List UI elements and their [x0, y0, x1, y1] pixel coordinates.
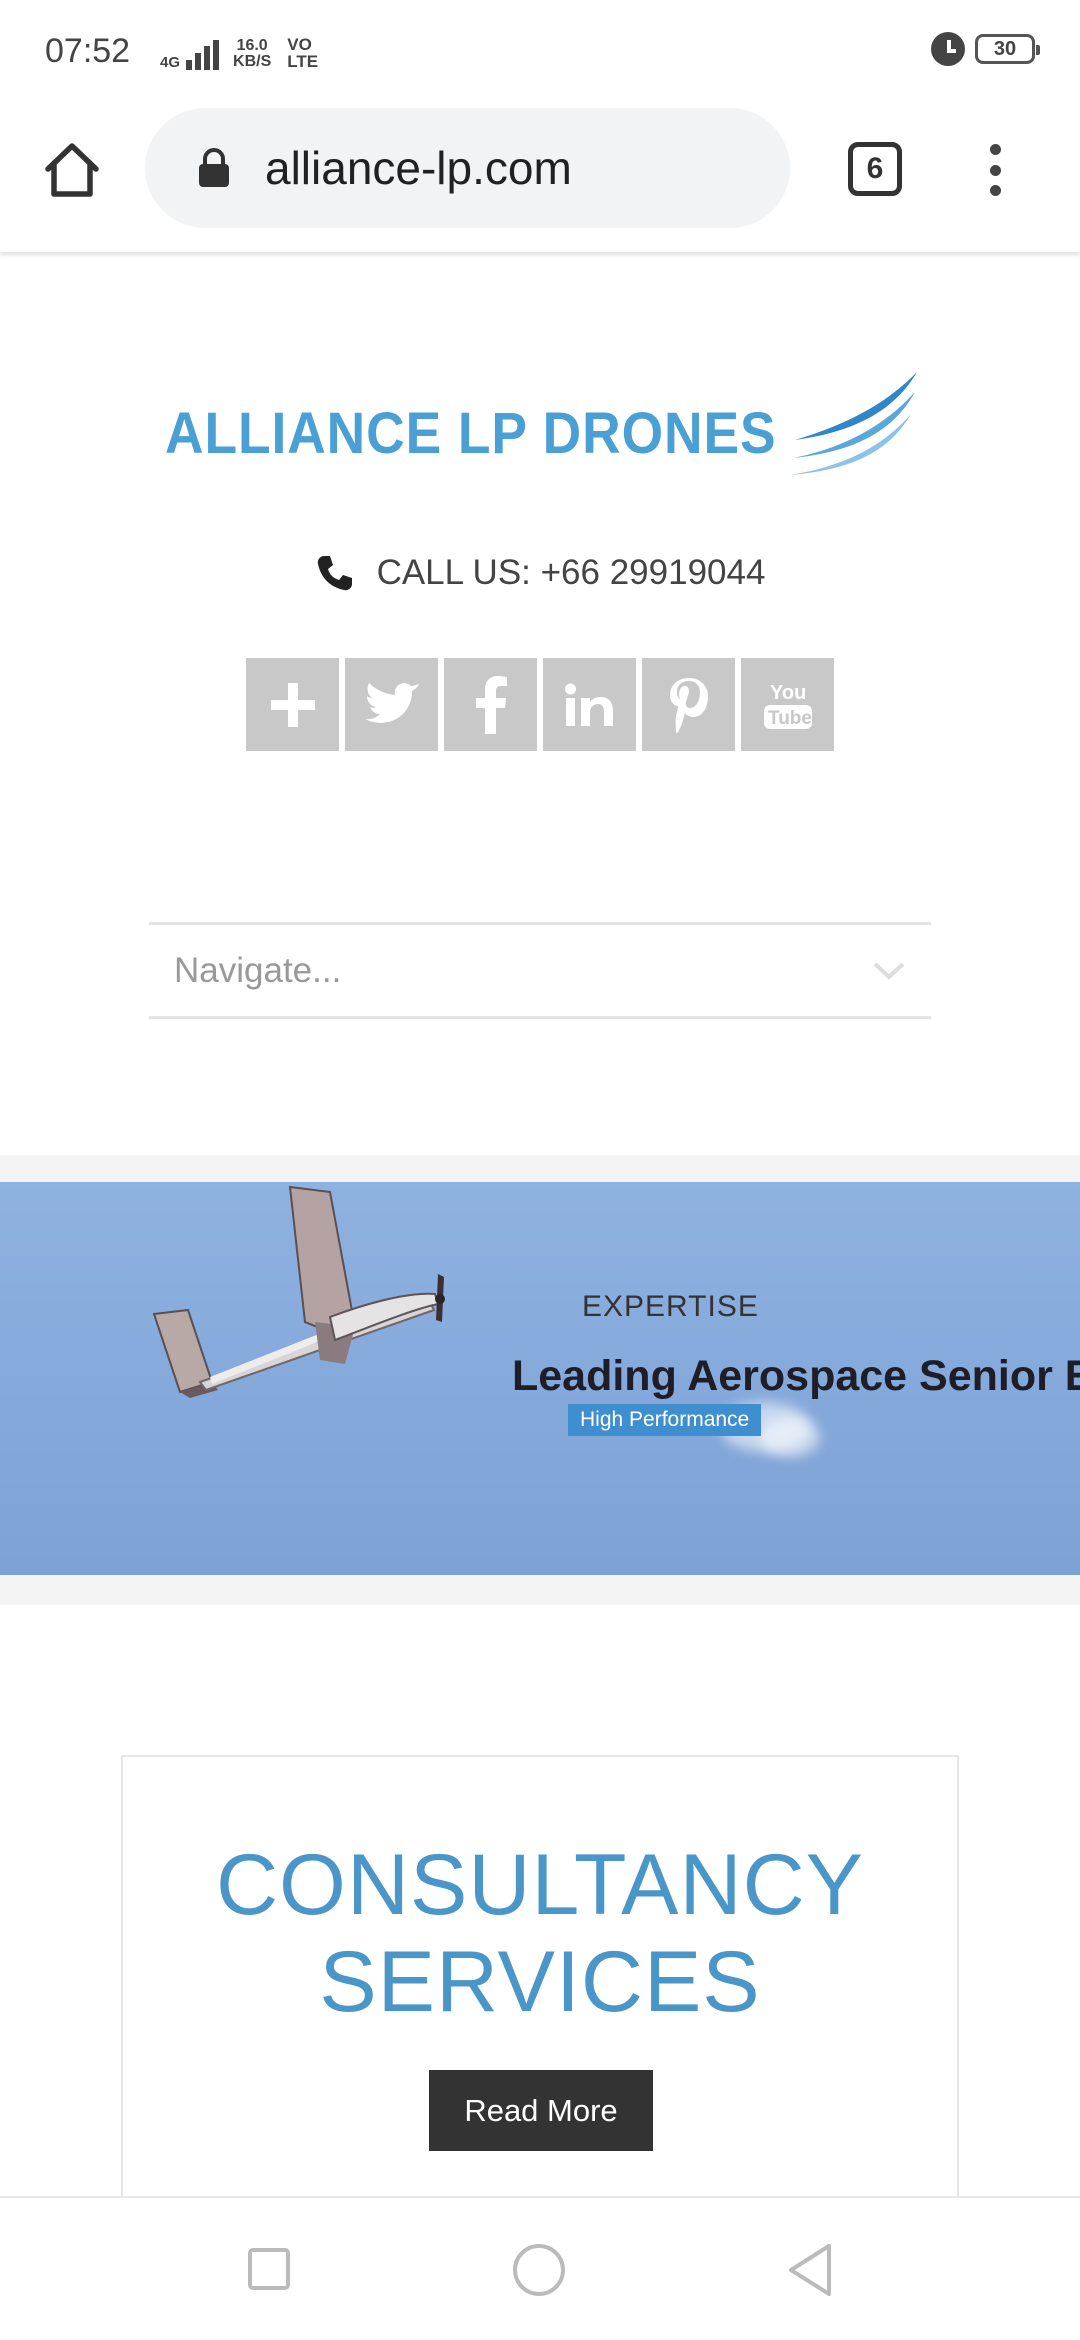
system-navigation-bar [0, 2196, 1080, 2340]
hero-slide[interactable]: EXPERTISE Leading Aerospace Senior Engin… [0, 1182, 1080, 1575]
home-nav-button[interactable] [513, 2244, 565, 2296]
tab-count: 6 [866, 152, 884, 185]
banner-title: Leading Aerospace Senior Engineers [512, 1352, 1080, 1400]
facebook-button[interactable] [444, 658, 537, 751]
status-bar: 07:52 4G 16.0 KB/S VO LTE 30 [0, 0, 1080, 100]
signal-icon [186, 40, 220, 70]
volte-indicator: VO LTE [287, 36, 318, 70]
pinterest-icon [669, 677, 708, 733]
network-indicator: 4G 16.0 KB/S VO LTE [160, 36, 318, 70]
youtube-button[interactable]: You Tube [741, 658, 834, 751]
banner-kicker: EXPERTISE [582, 1290, 759, 1323]
menu-dot [989, 185, 1001, 196]
speed-value: 16.0 [236, 37, 268, 54]
svg-text:Tube: Tube [768, 708, 812, 729]
tab-switcher-button[interactable]: 6 [848, 142, 902, 196]
site-logo[interactable]: ALLIANCE LP DRONES [160, 370, 930, 485]
phone-icon [317, 556, 352, 591]
youtube-icon: You Tube [763, 682, 812, 729]
home-icon [45, 143, 99, 197]
logo-swoosh-icon [790, 372, 917, 475]
hero-slider: EXPERTISE Leading Aerospace Senior Engin… [0, 1155, 1080, 1605]
pinterest-button[interactable] [642, 658, 735, 751]
battery-level: 30 [993, 37, 1017, 60]
status-right: 30 [931, 32, 1040, 66]
volte-top: VO [287, 35, 312, 54]
battery-icon: 30 [975, 34, 1040, 64]
url-text: alliance-lp.com [265, 142, 572, 194]
volte-bottom: LTE [287, 52, 319, 71]
consultancy-title: CONSULTANCY SERVICES [123, 1837, 957, 2031]
facebook-icon [475, 675, 507, 734]
linkedin-icon [564, 683, 613, 726]
drone-airplane-image [152, 1185, 445, 1398]
recents-button[interactable] [248, 2248, 290, 2290]
google-plus-button[interactable] [246, 658, 339, 751]
cloud-decoration [760, 1417, 820, 1457]
menu-dot [989, 144, 1001, 155]
twitter-button[interactable] [345, 658, 438, 751]
linkedin-button[interactable] [543, 658, 636, 751]
plus-icon [270, 682, 315, 727]
navigate-placeholder: Navigate... [174, 950, 342, 990]
logo-text: ALLIANCE LP DRONES [165, 401, 777, 466]
address-bar[interactable]: alliance-lp.com [145, 108, 790, 228]
chevron-down-icon [873, 962, 905, 980]
browser-menu-button[interactable] [980, 138, 1010, 202]
speed-unit: KB/S [233, 53, 272, 70]
network-speed: 16.0 KB/S [233, 38, 271, 70]
navigate-dropdown[interactable]: Navigate... [149, 922, 931, 1019]
alarm-icon [931, 32, 965, 66]
call-us-text[interactable]: CALL US: +66 29919044 [377, 553, 766, 593]
back-button[interactable] [785, 2242, 835, 2298]
twitter-icon [364, 682, 419, 723]
browser-toolbar: alliance-lp.com 6 [0, 100, 1080, 252]
read-more-button[interactable]: Read More [429, 2070, 653, 2151]
home-button[interactable] [40, 138, 104, 202]
call-us-row: CALL US: +66 29919044 [0, 553, 1080, 593]
lock-icon [197, 148, 231, 188]
social-links: You Tube [246, 658, 834, 751]
status-time: 07:52 [45, 32, 131, 70]
menu-dot [989, 164, 1001, 176]
consultancy-title-line1: CONSULTANCY [215, 1837, 865, 1933]
network-type: 4G [160, 54, 181, 71]
consultancy-title-line2: SERVICES [319, 1934, 761, 2030]
svg-text:You: You [770, 682, 806, 704]
banner-tag: High Performance [568, 1404, 762, 1436]
